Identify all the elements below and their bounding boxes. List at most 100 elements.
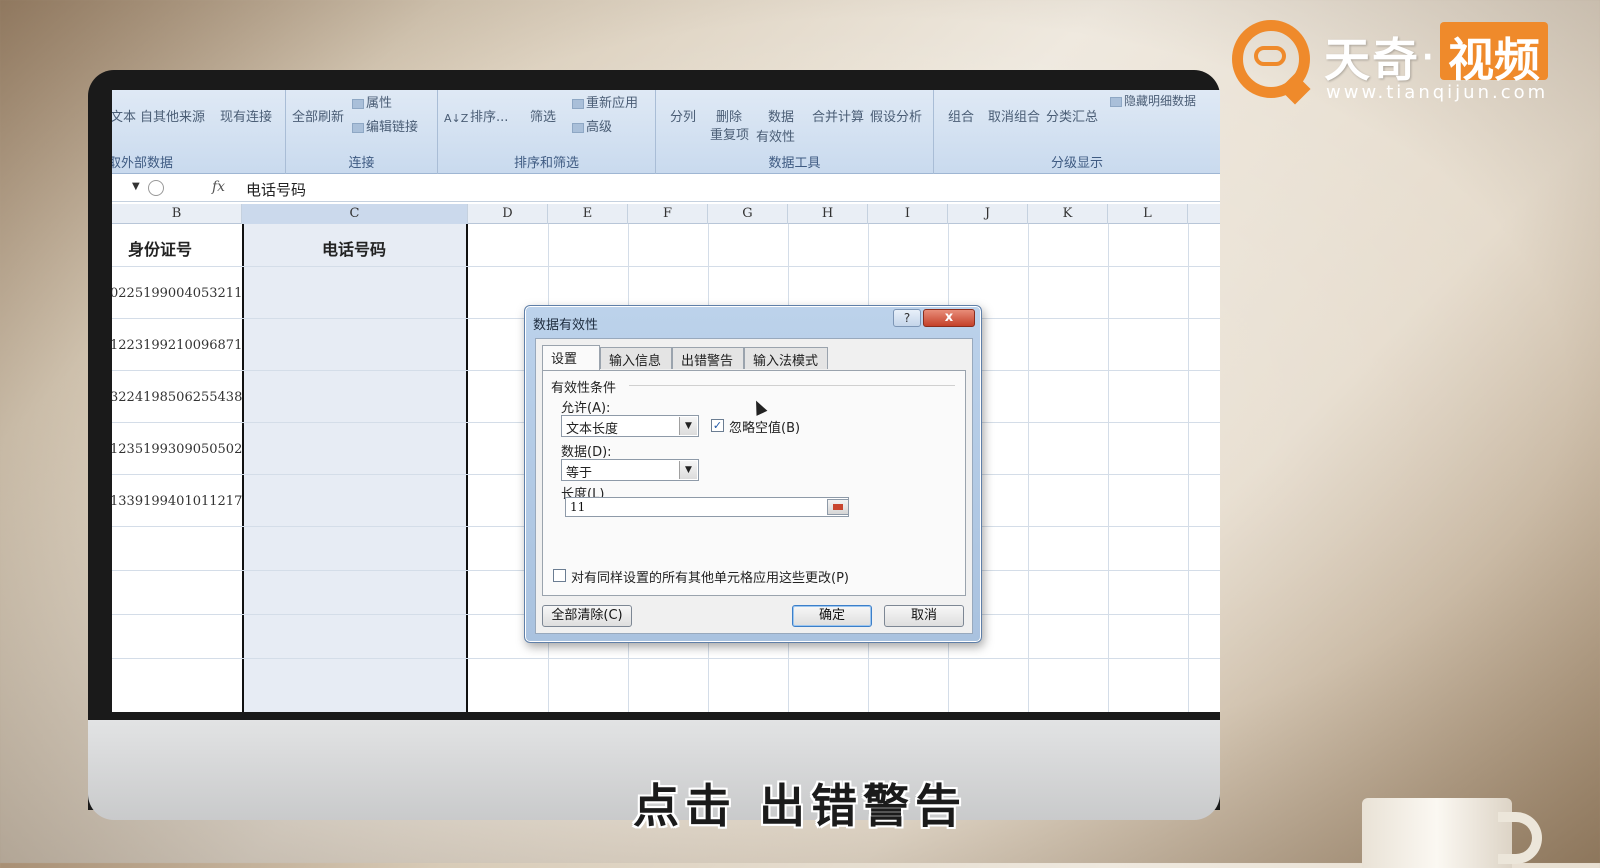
cell-id-number[interactable]: 1223199210096871	[112, 338, 242, 353]
column-c-selected[interactable]	[242, 224, 468, 712]
ribbon-group-sort-filter: A↓Z 排序... 筛选 重新应用 高级 排序和筛选	[438, 90, 656, 174]
ribbon-btn-reapply[interactable]: 重新应用	[572, 92, 638, 111]
ribbon: 文本 自其他来源 现有连接 取外部数据 全部刷新 属性 编辑链接 连接 A↓Z …	[112, 90, 1220, 174]
cell-id-number[interactable]: 1235199309050502	[112, 442, 242, 457]
ribbon-btn-group[interactable]: 组合	[948, 106, 974, 125]
ribbon-btn-hide-detail-label: 隐藏明细数据	[1124, 94, 1197, 108]
ribbon-group-label: 连接	[348, 156, 375, 171]
fx-icon[interactable]: fx	[212, 179, 225, 195]
col-header-d[interactable]: D	[468, 204, 548, 224]
close-button[interactable]: x	[923, 309, 975, 327]
grid-line	[112, 266, 1220, 267]
cancel-button[interactable]: 取消	[884, 605, 964, 627]
ribbon-btn-properties[interactable]: 属性	[352, 92, 392, 111]
allow-label: 允许(A):	[561, 401, 611, 416]
ribbon-btn-validation[interactable]: 有效性	[756, 126, 795, 145]
ribbon-group-label: 分级显示	[1050, 156, 1103, 171]
name-box-dropdown-icon[interactable]: ▼	[132, 181, 140, 192]
ribbon-btn-consolidate[interactable]: 合并计算	[812, 106, 864, 125]
ribbon-btn-hide-detail[interactable]: 隐藏明细数据	[1110, 92, 1196, 109]
col-header-i[interactable]: I	[868, 204, 948, 224]
cell-id-number[interactable]: 0225199004053211	[112, 286, 242, 301]
ribbon-btn-ungroup[interactable]: 取消组合	[988, 106, 1040, 125]
link-icon	[352, 122, 364, 133]
ribbon-btn-advanced-label: 高级	[586, 120, 613, 135]
zoom-circle-icon[interactable]	[148, 180, 164, 196]
cell-b1-header[interactable]: 身份证号	[128, 236, 192, 260]
cell-id-number[interactable]: 3224198506255438	[112, 390, 242, 405]
ignore-blank-label: 忽略空值(B)	[729, 421, 801, 436]
col-header-g[interactable]: G	[708, 204, 788, 224]
col-header-c[interactable]: C	[242, 204, 468, 224]
formula-bar: ▼ fx 电话号码	[112, 176, 1220, 202]
help-button[interactable]: ?	[893, 309, 921, 327]
video-subtitle: 点击 出错警告	[632, 779, 967, 833]
tab-input-message[interactable]: 输入信息	[600, 347, 672, 369]
col-header-e[interactable]: E	[548, 204, 628, 224]
length-input[interactable]: 11	[565, 497, 849, 517]
brand-dot: ·	[1422, 40, 1434, 75]
apply-all-checkbox[interactable]	[553, 569, 566, 582]
sort-az-icon[interactable]: A↓Z	[444, 112, 468, 125]
tab-settings[interactable]: 设置	[542, 345, 600, 371]
ribbon-btn-other-sources[interactable]: 自其他来源	[140, 106, 205, 125]
grid-line	[112, 658, 1220, 659]
ok-button[interactable]: 确定	[792, 605, 872, 627]
ribbon-btn-edit-links[interactable]: 编辑链接	[352, 116, 418, 135]
col-header-k[interactable]: K	[1028, 204, 1108, 224]
ribbon-btn-data[interactable]: 数据	[768, 106, 794, 125]
cell-id-number[interactable]: 1339199401011217	[112, 494, 242, 509]
ignore-blank-checkbox[interactable]: ✓	[711, 419, 724, 432]
data-validation-dialog: 数据有效性 ? x 设置 输入信息 出错警告 输入法模式 有效性条件 允许(A)…	[524, 305, 982, 643]
ribbon-group-label: 取外部数据	[112, 156, 174, 171]
hide-detail-icon	[1110, 96, 1122, 107]
ribbon-btn-sort[interactable]: 排序...	[470, 106, 508, 125]
brand-video-badge: 视频	[1440, 22, 1548, 87]
section-title: 有效性条件	[551, 381, 617, 396]
ribbon-group-connections: 全部刷新 属性 编辑链接 连接	[286, 90, 438, 174]
ribbon-btn-reapply-label: 重新应用	[586, 96, 639, 111]
ribbon-btn-filter[interactable]: 筛选	[530, 106, 556, 125]
ribbon-group-label: 排序和筛选	[513, 156, 579, 171]
ribbon-btn-text-to-columns[interactable]: 分列	[670, 106, 696, 125]
col-header-f[interactable]: F	[628, 204, 708, 224]
grid-line	[1028, 224, 1029, 712]
tab-ime-mode[interactable]: 输入法模式	[744, 347, 828, 369]
col-header-l[interactable]: L	[1108, 204, 1188, 224]
ribbon-btn-properties-label: 属性	[366, 96, 393, 111]
ribbon-group-external-data: 文本 自其他来源 现有连接 取外部数据	[112, 90, 286, 174]
chevron-down-icon[interactable]: ▼	[679, 461, 697, 479]
clear-all-button[interactable]: 全部清除(C)	[542, 605, 632, 627]
dialog-body: 设置 输入信息 出错警告 输入法模式 有效性条件 允许(A): 文本长度 ▼ ✓…	[535, 338, 973, 634]
brand-url: www.tianqijun.com	[1326, 82, 1549, 103]
data-label: 数据(D):	[561, 445, 612, 460]
ribbon-group-data-tools: 分列 删除 重复项 数据 有效性 合并计算 假设分析 数据工具	[656, 90, 934, 174]
grid-line	[1108, 224, 1109, 712]
ribbon-btn-subtotal[interactable]: 分类汇总	[1046, 106, 1098, 125]
ribbon-btn-duplicates[interactable]: 重复项	[710, 124, 749, 143]
data-value: 等于	[566, 466, 593, 481]
ribbon-btn-advanced[interactable]: 高级	[572, 116, 612, 135]
dialog-title: 数据有效性	[533, 318, 599, 333]
col-header-b[interactable]: B	[112, 204, 242, 224]
brand-name: 天奇	[1324, 33, 1420, 87]
ribbon-btn-text[interactable]: 文本	[112, 106, 136, 125]
range-select-icon[interactable]	[827, 499, 849, 515]
col-header-j[interactable]: J	[948, 204, 1028, 224]
data-select[interactable]: 等于 ▼	[561, 459, 699, 481]
ribbon-btn-what-if[interactable]: 假设分析	[870, 106, 922, 125]
col-header-h[interactable]: H	[788, 204, 868, 224]
properties-icon	[352, 98, 364, 109]
formula-input[interactable]: 电话号码	[246, 179, 306, 200]
cell-c1-header[interactable]: 电话号码	[322, 236, 386, 260]
ribbon-btn-refresh-all[interactable]: 全部刷新	[292, 106, 344, 125]
ribbon-btn-edit-links-label: 编辑链接	[366, 120, 419, 135]
column-headers: B C D E F G H I J K L	[112, 204, 1220, 224]
ribbon-btn-remove[interactable]: 删除	[716, 106, 742, 125]
allow-select[interactable]: 文本长度 ▼	[561, 415, 699, 437]
chevron-down-icon[interactable]: ▼	[679, 417, 697, 435]
allow-value: 文本长度	[566, 422, 619, 437]
apply-all-label: 对有同样设置的所有其他单元格应用这些更改(P)	[571, 571, 849, 586]
ribbon-btn-existing-connections[interactable]: 现有连接	[220, 106, 272, 125]
tab-error-alert[interactable]: 出错警告	[672, 347, 744, 369]
